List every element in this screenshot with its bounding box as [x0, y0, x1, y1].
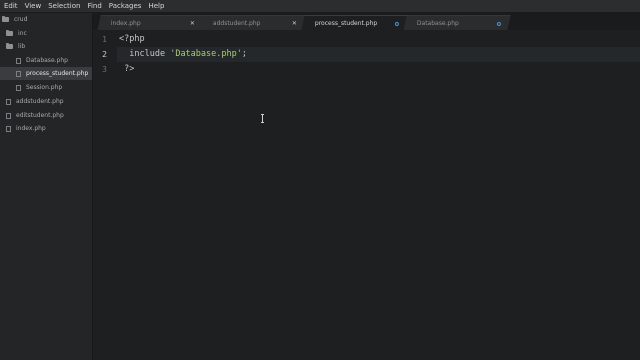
tree-item-label: lib: [18, 43, 26, 50]
file-icon: [16, 57, 21, 64]
tree-item-label: index.php: [16, 125, 46, 132]
menu-view[interactable]: View: [21, 0, 45, 12]
tree-item-database[interactable]: Database.php: [0, 54, 92, 67]
project-tree: crud inc lib Database.php process_studen…: [0, 13, 93, 360]
folder-icon: [6, 30, 13, 36]
file-icon: [6, 98, 11, 105]
tree-item-lib[interactable]: lib: [0, 40, 92, 53]
menu-help[interactable]: Help: [144, 0, 167, 12]
php-open-tag: <?php: [119, 34, 145, 44]
tree-item-editstudent[interactable]: editstudent.php: [0, 109, 92, 122]
string-literal: 'Database.php': [170, 49, 242, 59]
menu-selection[interactable]: Selection: [44, 0, 83, 12]
line-number: 3: [102, 65, 107, 74]
tree-item-process-student[interactable]: process_student.php: [0, 67, 92, 80]
tab-label: process_student.php: [314, 20, 378, 27]
tree-item-addstudent[interactable]: addstudent.php: [0, 95, 92, 108]
tree-item-label: editstudent.php: [16, 112, 64, 119]
tab-database[interactable]: Database.php: [403, 15, 511, 31]
tab-addstudent[interactable]: addstudent.php ✕: [199, 15, 307, 31]
menu-bar: Edit View Selection Find Packages Help: [0, 0, 640, 13]
line-number-current: 2: [102, 50, 107, 59]
tab-process-student[interactable]: process_student.php: [301, 15, 409, 31]
tree-item-label: addstudent.php: [16, 98, 64, 105]
tree-root-label: crud: [14, 16, 28, 23]
tab-bar: index.php ✕ addstudent.php ✕ process_stu…: [93, 13, 640, 31]
tab-index[interactable]: index.php ✕: [97, 15, 205, 31]
menu-edit[interactable]: Edit: [0, 0, 21, 12]
line-number-gutter: 1 2 3: [93, 30, 117, 360]
code-line-1: <?php: [119, 32, 145, 47]
text-cursor-icon: [261, 114, 264, 123]
tree-item-label: Database.php: [26, 57, 68, 64]
tree-item-inc[interactable]: inc: [0, 27, 92, 40]
file-icon: [6, 112, 11, 119]
tab-label: addstudent.php: [212, 20, 261, 27]
menu-find[interactable]: Find: [83, 0, 104, 12]
tree-item-label: inc: [18, 30, 27, 37]
file-icon: [6, 125, 11, 132]
tree-item-label: Session.php: [26, 84, 63, 91]
modified-dot-icon[interactable]: [496, 21, 501, 26]
php-close-tag: ?>: [124, 64, 135, 74]
folder-icon: [2, 16, 9, 22]
line-number: 1: [102, 35, 107, 44]
file-icon: [16, 84, 21, 91]
code-editor[interactable]: 1 2 3 <?php include 'Database.php'; ?>: [93, 30, 640, 360]
menu-packages[interactable]: Packages: [105, 0, 145, 12]
semicolon: ;: [241, 49, 247, 59]
tree-item-label: process_student.php: [26, 70, 89, 77]
modified-dot-icon[interactable]: [394, 21, 399, 26]
close-icon[interactable]: ✕: [292, 20, 297, 27]
tree-item-index[interactable]: index.php: [0, 122, 92, 135]
folder-icon: [6, 43, 13, 49]
tab-label: Database.php: [416, 20, 459, 27]
include-keyword: include: [129, 49, 166, 59]
code-line-3: ?>: [119, 62, 134, 77]
file-icon: [16, 70, 21, 77]
close-icon[interactable]: ✕: [190, 20, 195, 27]
tree-item-session[interactable]: Session.php: [0, 81, 92, 94]
code-line-2: include 'Database.php';: [119, 47, 247, 62]
tab-label: index.php: [110, 20, 141, 27]
tree-root-crud[interactable]: crud: [0, 13, 92, 26]
